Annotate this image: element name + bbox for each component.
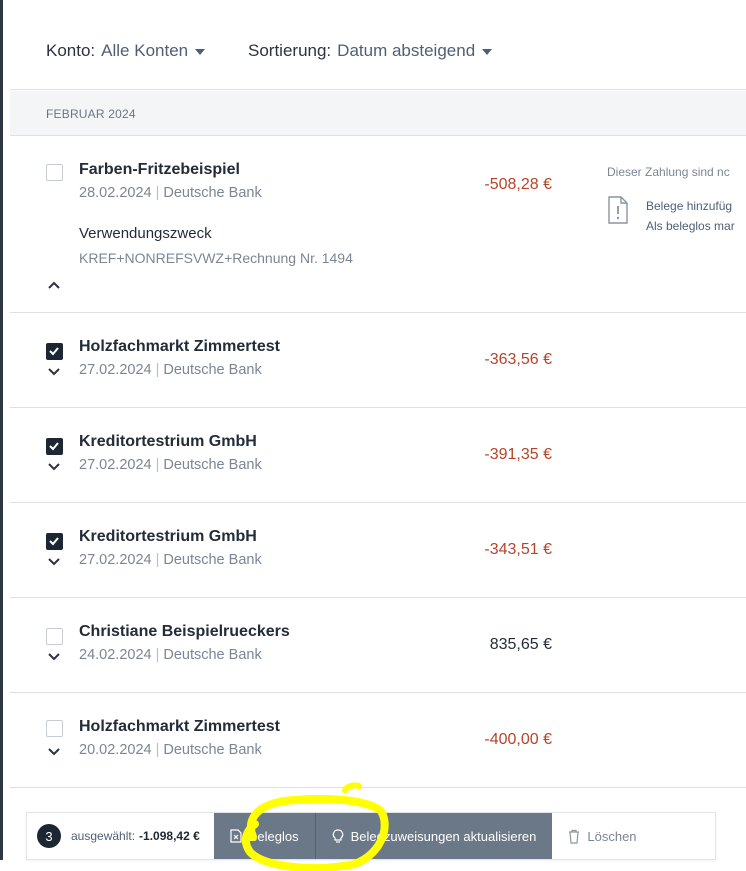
transactions-page: Konto: Alle Konten Sortierung: Datum abs…: [10, 0, 746, 871]
receipt-status-text: Dieser Zahlung sind nc: [607, 165, 730, 179]
transaction-bank: Deutsche Bank: [163, 362, 262, 378]
purpose-value: KREF+NONREFSVWZ+Rechnung Nr. 1494: [79, 250, 353, 266]
delete-button[interactable]: Löschen: [552, 813, 652, 859]
chevron-down-icon[interactable]: [46, 365, 62, 377]
selected-sum: -1.098,42 €: [139, 829, 200, 843]
purpose-label: Verwendungszweck: [79, 225, 212, 242]
transaction-name: Holzfachmarkt Zimmertest: [79, 718, 280, 735]
checkmark-icon: [49, 442, 59, 451]
transaction-date: 27.02.2024: [79, 362, 152, 378]
selected-count-badge: 3: [37, 824, 61, 848]
transaction-name: Kreditortestrium GmbH: [79, 528, 257, 545]
transaction-bank: Deutsche Bank: [163, 742, 262, 758]
month-header-label: FEBRUAR 2024: [46, 107, 136, 121]
account-filter-value[interactable]: Alle Konten: [101, 41, 188, 61]
transaction-meta: 27.02.2024 | Deutsche Bank: [79, 457, 262, 473]
transaction-bank: Deutsche Bank: [163, 552, 262, 568]
beleglos-button-label: Beleglos: [248, 828, 299, 844]
caret-down-icon[interactable]: [195, 49, 206, 55]
lightbulb-icon: [332, 828, 344, 844]
selection-summary: 3 ausgewählt: -1.098,42 €: [27, 813, 214, 859]
transaction-date: 20.02.2024: [79, 742, 152, 758]
meta-separator: |: [155, 185, 160, 201]
transaction-meta: 24.02.2024 | Deutsche Bank: [79, 647, 262, 663]
transaction-date: 28.02.2024: [79, 185, 152, 201]
meta-separator: |: [155, 552, 160, 568]
row-checkbox[interactable]: [46, 164, 63, 181]
row-checkbox[interactable]: [46, 533, 63, 550]
transaction-row[interactable]: Kreditortestrium GmbH 27.02.2024 | Deutsch…: [10, 503, 746, 598]
transaction-meta: 28.02.2024 | Deutsche Bank: [79, 185, 262, 201]
transaction-row[interactable]: Holzfachmarkt Zimmertest 20.02.2024 | Deut…: [10, 693, 746, 788]
month-header: FEBRUAR 2024: [10, 91, 746, 136]
document-x-icon: [230, 829, 242, 843]
row-checkbox[interactable]: [46, 628, 63, 645]
transaction-name: Holzfachmarkt Zimmertest: [79, 338, 280, 355]
meta-separator: |: [155, 457, 160, 473]
trash-icon: [568, 829, 580, 844]
chevron-up-icon[interactable]: [46, 279, 62, 291]
transaction-row[interactable]: Holzfachmarkt Zimmertest 27.02.2024 | Deut…: [10, 313, 746, 408]
transaction-date: 27.02.2024: [79, 457, 152, 473]
transaction-amount: -391,35 €: [484, 446, 552, 463]
beleglos-button[interactable]: Beleglos: [213, 813, 316, 859]
chevron-down-icon[interactable]: [46, 460, 62, 472]
transaction-meta: 20.02.2024 | Deutsche Bank: [79, 742, 262, 758]
selected-label: ausgewählt:: [71, 829, 136, 843]
transaction-bank: Deutsche Bank: [163, 457, 262, 473]
transaction-name: Farben-Fritzebeispiel: [79, 161, 240, 178]
meta-separator: |: [155, 742, 160, 758]
update-assignments-label: Belegzuweisungen aktualisieren: [350, 828, 537, 844]
sort-filter-label: Sortierung:: [248, 41, 332, 60]
update-assignments-button[interactable]: Belegzuweisungen aktualisieren: [315, 813, 553, 859]
add-receipts-link[interactable]: Belege hinzufüg: [646, 199, 732, 213]
caret-down-icon[interactable]: [482, 49, 493, 55]
transaction-date: 24.02.2024: [79, 647, 152, 663]
transaction-row[interactable]: Farben-Fritzebeispiel 28.02.2024 | Deutsch…: [10, 137, 746, 313]
transaction-meta: 27.02.2024 | Deutsche Bank: [79, 362, 262, 378]
transaction-row[interactable]: Kreditortestrium GmbH 27.02.2024 | Deutsch…: [10, 408, 746, 503]
filter-bar: Konto: Alle Konten Sortierung: Datum abs…: [10, 0, 746, 90]
transaction-amount: -508,28 €: [484, 176, 552, 193]
bulk-action-bar: 3 ausgewählt: -1.098,42 € Beleglos Beleg…: [26, 812, 716, 860]
transaction-amount: 835,65 €: [489, 636, 552, 653]
transaction-bank: Deutsche Bank: [163, 185, 262, 201]
checkmark-icon: [49, 537, 59, 546]
meta-separator: |: [155, 647, 160, 663]
left-border: [0, 0, 3, 860]
checkmark-icon: [49, 347, 59, 356]
row-checkbox[interactable]: [46, 720, 63, 737]
row-checkbox[interactable]: [46, 343, 63, 360]
transaction-amount: -363,56 €: [484, 351, 552, 368]
meta-separator: |: [155, 362, 160, 378]
chevron-down-icon[interactable]: [46, 745, 62, 757]
transaction-row[interactable]: Christiane Beispielrueckers 24.02.2024 | D…: [10, 598, 746, 693]
delete-button-label: Löschen: [587, 828, 637, 844]
transaction-meta: 27.02.2024 | Deutsche Bank: [79, 552, 262, 568]
account-filter[interactable]: Konto: Alle Konten: [46, 41, 206, 61]
document-alert-icon: [608, 196, 628, 224]
transaction-amount: -343,51 €: [484, 541, 552, 558]
account-filter-label: Konto:: [46, 41, 96, 60]
sort-filter[interactable]: Sortierung: Datum absteigend: [248, 41, 493, 61]
transaction-bank: Deutsche Bank: [163, 647, 262, 663]
transaction-date: 27.02.2024: [79, 552, 152, 568]
mark-beleglos-link[interactable]: Als beleglos mar: [646, 219, 735, 233]
sort-filter-value[interactable]: Datum absteigend: [337, 41, 475, 61]
transaction-name: Christiane Beispielrueckers: [79, 623, 290, 640]
chevron-down-icon[interactable]: [46, 555, 62, 567]
transaction-amount: -400,00 €: [484, 731, 552, 748]
transaction-name: Kreditortestrium GmbH: [79, 433, 257, 450]
row-checkbox[interactable]: [46, 438, 63, 455]
chevron-down-icon[interactable]: [46, 650, 62, 662]
